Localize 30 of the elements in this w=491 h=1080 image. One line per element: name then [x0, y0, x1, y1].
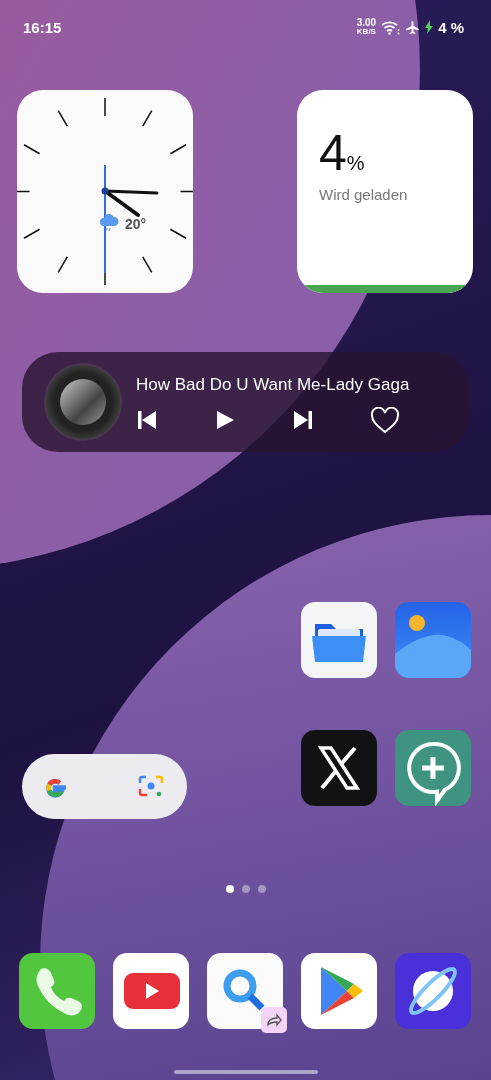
page-indicator-dot[interactable] [257, 885, 266, 893]
temperature: 20° [125, 216, 147, 232]
play-store-app-icon[interactable] [301, 953, 377, 1029]
music-widget[interactable]: How Bad Do U Want Me-Lady Gaga [22, 352, 469, 452]
play-button[interactable] [214, 409, 236, 431]
video-play-app-icon[interactable] [113, 953, 189, 1029]
battery-widget[interactable]: 4% Wird geladen [297, 90, 473, 293]
network-speed: 3.00 [356, 18, 377, 28]
next-button[interactable] [292, 409, 314, 431]
status-time: 16:15 [23, 18, 62, 36]
phone-app-icon[interactable] [19, 953, 95, 1029]
rain-cloud-icon [99, 214, 119, 232]
clock-widget[interactable]: 20° [17, 90, 193, 293]
like-button[interactable] [370, 406, 400, 434]
charging-status: Wird geladen [319, 186, 408, 203]
x-app-icon[interactable] [301, 730, 377, 806]
network-speed-unit: KB/S [356, 28, 376, 36]
wifi-icon [381, 19, 401, 35]
percent-sign: % [346, 152, 365, 175]
gallery-app-icon[interactable] [395, 602, 471, 678]
battery-percent: 4 % [438, 18, 464, 36]
page-indicator-dot[interactable] [241, 885, 250, 893]
page-indicator-dot[interactable] [225, 885, 234, 893]
airplane-icon [405, 19, 421, 35]
folder-app-icon[interactable] [301, 602, 377, 678]
battery-widget-percent: 4 [319, 128, 347, 178]
song-title: How Bad Do U Want Me-Lady Gaga [136, 374, 410, 395]
planet-browser-app-icon[interactable] [395, 953, 471, 1029]
previous-button[interactable] [136, 409, 158, 431]
chat-plus-app-icon[interactable] [395, 730, 471, 806]
